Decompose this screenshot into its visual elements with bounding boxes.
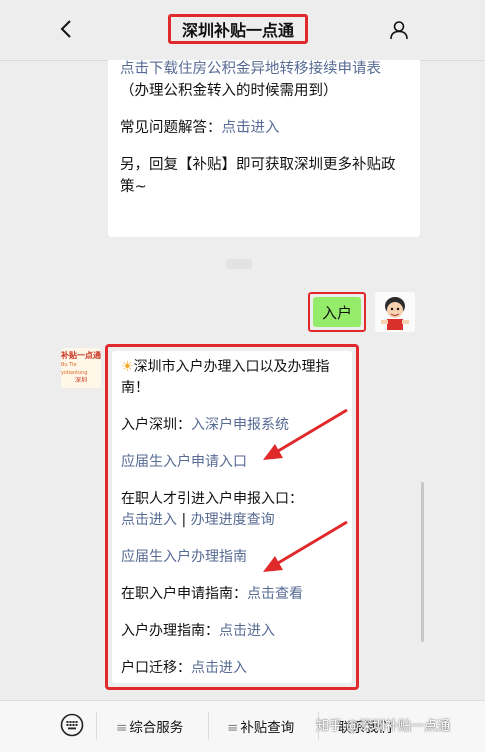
cartoon-avatar-icon bbox=[375, 292, 415, 332]
message-bubble-previous: 点击下载住房公积金异地转移接续申请表 （办理公积金转入的时候需用到） 常见问题解答… bbox=[108, 60, 420, 237]
faq-link[interactable]: 点击进入 bbox=[222, 120, 280, 136]
chevron-left-icon bbox=[60, 20, 71, 38]
menu-item-services[interactable]: ≡ 综合服务 bbox=[116, 716, 183, 736]
menu-handle-icon: ≡ bbox=[227, 720, 239, 736]
faq-label: 常见问题解答： bbox=[120, 120, 222, 136]
menu-handle-icon: ≡ bbox=[116, 720, 128, 736]
page-title: 深圳补贴一点通 bbox=[168, 14, 308, 44]
sun-emoji-icon: ☀ bbox=[121, 359, 134, 375]
watermark: 知乎 @深圳补贴一点通 bbox=[316, 719, 451, 734]
sent-message: 入户 bbox=[313, 297, 361, 327]
back-button[interactable] bbox=[60, 19, 80, 41]
keyboard-toggle-button[interactable] bbox=[60, 713, 84, 737]
user-avatar[interactable] bbox=[375, 292, 415, 332]
migration-label: 户口迁移： bbox=[121, 660, 191, 676]
reply-message-highlight: ☀深圳市入户办理入口以及办理指南！ 入户深圳：入深户申报系统 应届生入户申请入口… bbox=[105, 344, 359, 690]
bottom-menu-bar: ≡ 综合服务 ≡ 补贴查询 联系我们 知乎 @深圳补贴一点通 bbox=[0, 700, 485, 752]
household-guide-link[interactable]: 点击进入 bbox=[219, 623, 275, 639]
talent-entry-label: 在职人才引进入户申报入口： bbox=[121, 491, 303, 507]
employed-guide-label: 在职入户申请指南： bbox=[121, 586, 247, 602]
chat-area[interactable]: 点击下载住房公积金异地转移接续申请表 （办理公积金转入的时候需用到） 常见问题解答… bbox=[55, 60, 425, 700]
talent-entry-link[interactable]: 点击进入 bbox=[121, 512, 177, 528]
menu-divider bbox=[208, 712, 209, 740]
official-account-avatar[interactable]: 补贴一点通 Bu Tie yidiantong 深圳 bbox=[61, 348, 101, 388]
avatar-brand-name: 补贴一点通 bbox=[61, 351, 101, 360]
user-icon bbox=[390, 21, 408, 40]
scrollbar[interactable] bbox=[421, 482, 424, 642]
reply-line-shenzhen: 入户深圳：入深户申报系统 bbox=[121, 417, 289, 433]
avatar-brand-pinyin: Bu Tie yidiantong bbox=[61, 362, 88, 376]
menu-item-subsidy-query[interactable]: ≡ 补贴查询 bbox=[227, 716, 294, 736]
sent-message-highlight: 入户 bbox=[308, 292, 366, 332]
subsidy-note: 另，回复【补贴】即可获取深圳更多补贴政策~ bbox=[120, 157, 396, 195]
form-note: （办理公积金转入的时候需用到） bbox=[120, 83, 338, 99]
menu-divider bbox=[96, 712, 97, 740]
reply-message: ☀深圳市入户办理入口以及办理指南！ 入户深圳：入深户申报系统 应届生入户申请入口… bbox=[112, 351, 352, 683]
employed-guide-link[interactable]: 点击查看 bbox=[247, 586, 303, 602]
profile-button[interactable] bbox=[389, 20, 409, 40]
top-bar: 深圳补贴一点通 bbox=[0, 0, 485, 61]
progress-query-link[interactable]: 办理进度查询 bbox=[191, 512, 275, 528]
household-system-link[interactable]: 入深户申报系统 bbox=[191, 417, 289, 433]
migration-link[interactable]: 点击进入 bbox=[191, 660, 247, 676]
household-guide-label: 入户办理指南： bbox=[121, 623, 219, 639]
keyboard-icon bbox=[60, 713, 84, 737]
graduate-guide-link[interactable]: 应届生入户办理指南 bbox=[121, 549, 247, 565]
reply-heading: ☀深圳市入户办理入口以及办理指南！ bbox=[121, 359, 330, 396]
download-form-link[interactable]: 点击下载住房公积金异地转移接续申请表 bbox=[120, 61, 381, 77]
timestamp bbox=[226, 259, 252, 269]
graduate-apply-link[interactable]: 应届生入户申请入口 bbox=[121, 454, 247, 470]
avatar-brand-city: 深圳 bbox=[74, 377, 87, 384]
link-separator: | bbox=[177, 512, 191, 528]
